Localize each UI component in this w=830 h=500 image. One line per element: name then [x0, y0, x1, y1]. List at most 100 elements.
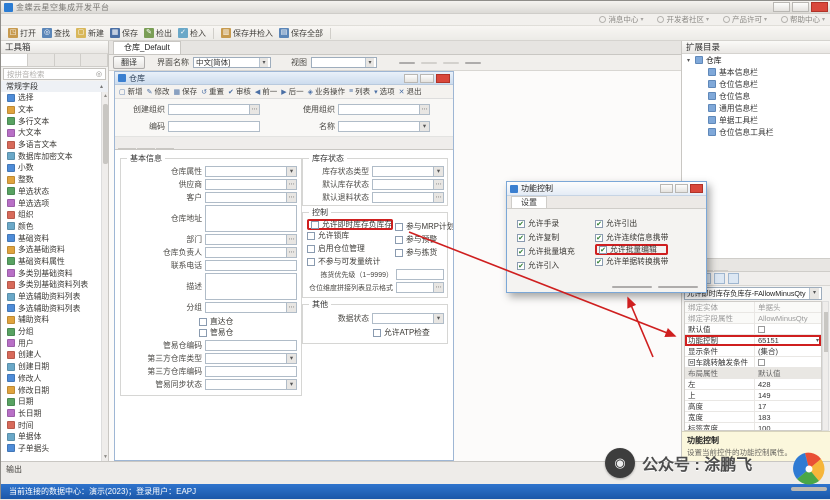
toolbar-button[interactable]: ▥ 保存并检入	[218, 27, 276, 40]
field-input[interactable]: ⋯	[372, 179, 444, 190]
field-input[interactable]: ⋯	[205, 179, 297, 190]
window-control-button[interactable]	[792, 2, 809, 12]
checkbox[interactable]: 参与预警	[395, 234, 453, 245]
toolbar-button[interactable]: ✓ 检入	[175, 27, 209, 40]
toolbar-icon-button[interactable]	[365, 27, 377, 39]
toolbox-item[interactable]: 组织	[1, 209, 101, 221]
checkbox[interactable]: ✔ 允许连续信息携带	[595, 232, 668, 243]
toolbox-item[interactable]: 小数	[1, 162, 101, 174]
toolbox-item[interactable]: 颜色	[1, 221, 101, 233]
checkbox-box[interactable]: ✔	[517, 234, 525, 242]
toolbox-item[interactable]: 单据体	[1, 431, 101, 443]
property-value[interactable]: (集合)	[755, 346, 821, 357]
toolbar-button[interactable]: ◳ 打开	[5, 27, 39, 40]
form-toolbar-button[interactable]: ▾ 选项	[374, 86, 395, 97]
toolbox-item[interactable]: 单选辅助资料列表	[1, 291, 101, 303]
property-row[interactable]: 默认值	[685, 324, 821, 335]
dialog-button[interactable]	[658, 286, 698, 288]
quick-link[interactable]: 开发者社区 ▾	[657, 14, 709, 25]
toolbar-button[interactable]: ▤ 保存全部	[276, 27, 326, 40]
property-row[interactable]: 上 149	[685, 390, 821, 401]
checkbox[interactable]: ✔ 允许手录	[517, 218, 575, 229]
tree-item[interactable]: ▾ 仓库	[682, 54, 830, 66]
property-row[interactable]: 布局属性 默认值	[685, 368, 821, 379]
field-input[interactable]	[205, 273, 297, 300]
toolbox-tab[interactable]	[1, 54, 28, 66]
tree-item[interactable]: 基本信息栏	[682, 66, 830, 78]
toolbox-tab[interactable]	[55, 54, 82, 66]
field-suffix-icon[interactable]: ▾	[286, 167, 296, 176]
field-suffix-icon[interactable]: ⋯	[286, 303, 296, 312]
toolbox-scrollbar[interactable]: ▲ ▼	[101, 92, 108, 461]
tree-item[interactable]: 仓位信息工具栏	[682, 126, 830, 138]
toolbox-item[interactable]: 修改人	[1, 373, 101, 385]
field-suffix-icon[interactable]: ⋯	[249, 105, 259, 114]
window-control-button[interactable]	[773, 2, 790, 12]
field-suffix-icon[interactable]: ▾	[433, 314, 443, 323]
checkbox[interactable]: ✔ 允许批量编辑	[595, 244, 668, 255]
tree-item[interactable]: 通用信息栏	[682, 102, 830, 114]
toolbar-icon-button[interactable]	[410, 27, 422, 39]
checkbox[interactable]: 允许ATP检查	[373, 327, 444, 338]
field-suffix-icon[interactable]: ⋯	[286, 180, 296, 189]
property-row[interactable]: 标签宽度 100	[685, 423, 821, 431]
scroll-up-icon[interactable]: ▲	[102, 93, 109, 99]
checkbox[interactable]: 参与拣货	[395, 247, 453, 258]
toolbar-button[interactable]: ▦ 保存	[107, 27, 141, 40]
checkbox-box[interactable]	[307, 258, 315, 266]
quick-link[interactable]: 帮助中心 ▾	[781, 14, 825, 25]
tree-expand-icon[interactable]: ▾	[685, 57, 692, 64]
toolbox-item[interactable]: 选择	[1, 92, 101, 104]
toolbox-item[interactable]: 多类别基础资料列表	[1, 279, 101, 291]
toolbar-icon-button[interactable]	[485, 27, 497, 39]
translate-button[interactable]: 翻译	[113, 56, 145, 69]
form-toolbar-button[interactable]: ✎ 修改	[147, 86, 170, 97]
window-control-button[interactable]	[404, 74, 418, 83]
toolbar-button[interactable]: ◎ 查找	[39, 27, 73, 40]
toolbox-item[interactable]: 用户	[1, 337, 101, 349]
form-toolbar-button[interactable]: ≡ 列表	[349, 86, 370, 97]
toolbox-item[interactable]: 辅助资料	[1, 314, 101, 326]
checkbox-box[interactable]	[199, 318, 207, 326]
toolbox-search[interactable]: 按拼音检索 ◎	[3, 68, 106, 80]
layout-action-button[interactable]	[399, 62, 415, 64]
toolbox-item[interactable]: 创建日期	[1, 361, 101, 373]
toolbar-icon-button[interactable]	[440, 27, 452, 39]
toolbar-icon-button[interactable]	[515, 27, 527, 39]
property-value[interactable]: 默认值	[755, 368, 821, 379]
field-input[interactable]: ⋯	[205, 234, 297, 245]
checkbox-box[interactable]	[395, 236, 403, 244]
field-suffix-icon[interactable]: ⋯	[433, 180, 443, 189]
field-input[interactable]	[205, 340, 297, 351]
form-toolbar-button[interactable]: ↺ 重置	[201, 86, 224, 97]
field-input[interactable]	[396, 269, 444, 280]
toolbox-item[interactable]: 多选基础资料	[1, 244, 101, 256]
property-value[interactable]	[755, 359, 821, 366]
field-suffix-icon[interactable]: ▾	[419, 122, 429, 131]
form-toolbar-button[interactable]: ▶ 后一	[281, 86, 303, 97]
checkbox-box[interactable]	[373, 329, 381, 337]
toolbox-tab[interactable]	[81, 54, 108, 66]
toolbox-item[interactable]: 修改日期	[1, 384, 101, 396]
checkbox-box[interactable]	[395, 223, 403, 231]
property-checkbox[interactable]	[758, 326, 765, 333]
field-suffix-icon[interactable]: ⋯	[286, 193, 296, 202]
toolbox-item[interactable]: 创建人	[1, 349, 101, 361]
view-select[interactable]: ▾	[311, 57, 377, 68]
toolbox-item[interactable]: 日期	[1, 396, 101, 408]
checkbox[interactable]: 允许即时库存负库存	[307, 219, 393, 230]
property-toolbar-icon[interactable]	[728, 273, 739, 284]
toolbox-item[interactable]: 基础资料属性	[1, 256, 101, 268]
field-input[interactable]: ▾	[372, 313, 444, 324]
toolbox-item[interactable]: 分组	[1, 326, 101, 338]
field-input[interactable]: ⋯	[205, 192, 297, 203]
toolbar-button[interactable]: ▢ 新建	[73, 27, 107, 40]
window-control-button[interactable]	[811, 2, 828, 12]
checkbox-box[interactable]	[307, 232, 315, 240]
field-suffix-icon[interactable]: ▾	[286, 354, 296, 363]
toolbox-item[interactable]: 多语言文本	[1, 139, 101, 151]
toolbox-item[interactable]: 时间	[1, 419, 101, 431]
tree-item[interactable]: 仓位信息	[682, 90, 830, 102]
checkbox[interactable]: 参与MRP计划	[395, 221, 453, 232]
form-toolbar-button[interactable]: ✔ 审核	[228, 86, 251, 97]
